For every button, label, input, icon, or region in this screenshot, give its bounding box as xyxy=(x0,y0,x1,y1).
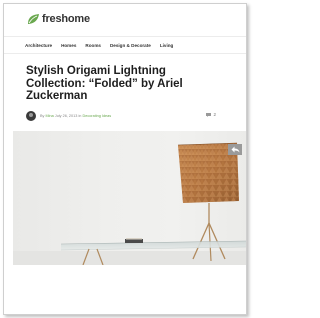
site-header: freshome xyxy=(4,4,246,32)
nav-item-design-decorate[interactable]: Design & Decorate xyxy=(110,43,151,48)
leaf-logo-icon xyxy=(27,13,40,25)
article-hero-image xyxy=(13,131,246,265)
author-avatar[interactable] xyxy=(26,111,36,121)
post-date: July 26, 2013 xyxy=(54,114,78,118)
article-title: Stylish Origami Lightning Collection: “F… xyxy=(26,65,183,102)
nav-item-homes[interactable]: Homes xyxy=(61,43,76,48)
category-link[interactable]: Decorating Ideas xyxy=(82,114,111,118)
lamp-scene-illustration xyxy=(13,142,246,265)
nav-item-rooms[interactable]: Rooms xyxy=(85,43,101,48)
comment-count: 2 xyxy=(213,112,216,117)
comment-count-link[interactable]: 2 xyxy=(206,112,216,117)
author-link[interactable]: Mina xyxy=(46,114,54,118)
byline: By Mina July 26, 2013 in Decorating Idea… xyxy=(40,114,111,118)
page-frame: freshome Architecture Homes Rooms Design… xyxy=(3,3,247,315)
site-logo[interactable]: freshome xyxy=(27,13,90,25)
share-arrow-icon xyxy=(231,146,239,153)
comment-icon xyxy=(206,112,212,117)
main-nav: Architecture Homes Rooms Design & Decora… xyxy=(4,36,246,54)
share-button[interactable] xyxy=(228,144,242,155)
nav-item-living[interactable]: Living xyxy=(160,43,174,48)
article-meta: By Mina July 26, 2013 in Decorating Idea… xyxy=(26,110,226,122)
brand-name: freshome xyxy=(42,13,90,25)
nav-item-architecture[interactable]: Architecture xyxy=(25,43,52,48)
